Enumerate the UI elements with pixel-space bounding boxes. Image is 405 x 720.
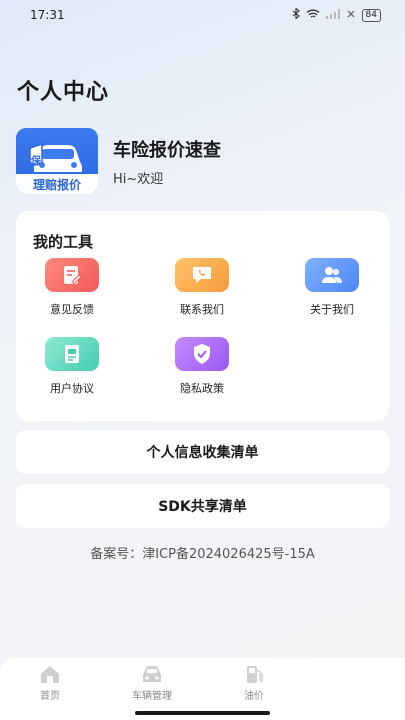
profile-header: 保 理赔报价 车险报价速查 Hi~欢迎 [16,128,376,196]
app-name: 车险报价速查 [113,140,221,161]
greeting-text: Hi~欢迎 [113,172,164,187]
car-icon [29,142,82,172]
page-title: 个人中心 [17,80,110,105]
tool-privacy-policy[interactable]: 隐私政策 [162,337,242,396]
tool-about-us[interactable]: 关于我们 [292,258,372,317]
tabbar-fade-overlay [250,658,405,720]
tab-home[interactable]: 首页 [15,664,85,702]
wifi-icon [306,9,320,22]
logo-badge: 保 [31,156,41,167]
personal-info-list-button[interactable]: 个人信息收集清单 [16,430,389,474]
sdk-share-list-button[interactable]: SDK共享清单 [16,484,389,528]
car-icon [143,666,161,682]
status-time: 17:31 [30,8,65,22]
status-icons: 84 [292,7,381,22]
signal-icon [325,8,340,22]
tool-privacy-label: 隐私政策 [180,382,224,395]
tool-user-agreement[interactable]: 用户协议 [32,337,112,396]
tab-vehicles-label: 车辆管理 [132,691,172,702]
home-indicator [135,711,270,715]
document-icon [45,337,99,371]
app-logo: 保 理赔报价 [16,128,98,194]
icp-record: 备案号：津ICP备2024026425号-15A [90,547,315,562]
logo-caption: 理赔报价 [16,174,98,194]
tool-feedback-label: 意见反馈 [50,303,94,316]
tab-vehicles[interactable]: 车辆管理 [117,664,187,702]
users-icon [305,258,359,292]
tool-contact-label: 联系我们 [180,303,224,316]
tools-title: 我的工具 [33,233,94,251]
edit-note-icon [45,258,99,292]
shield-check-icon [175,337,229,371]
phone-chat-icon [175,258,229,292]
tool-feedback[interactable]: 意见反馈 [32,258,112,317]
tool-agreement-label: 用户协议 [50,382,94,395]
status-bar: 17:31 84 [0,0,405,30]
tool-contact-us[interactable]: 联系我们 [162,258,242,317]
tab-home-label: 首页 [40,691,60,702]
bluetooth-icon [292,7,300,22]
tool-about-label: 关于我们 [310,303,354,316]
no-sim-icon [346,9,356,22]
home-icon [41,666,59,683]
my-tools-card: 我的工具 意见反馈 联系我们 关于我们 用户协议 隐私政策 [16,211,389,421]
battery-indicator: 84 [361,8,381,22]
